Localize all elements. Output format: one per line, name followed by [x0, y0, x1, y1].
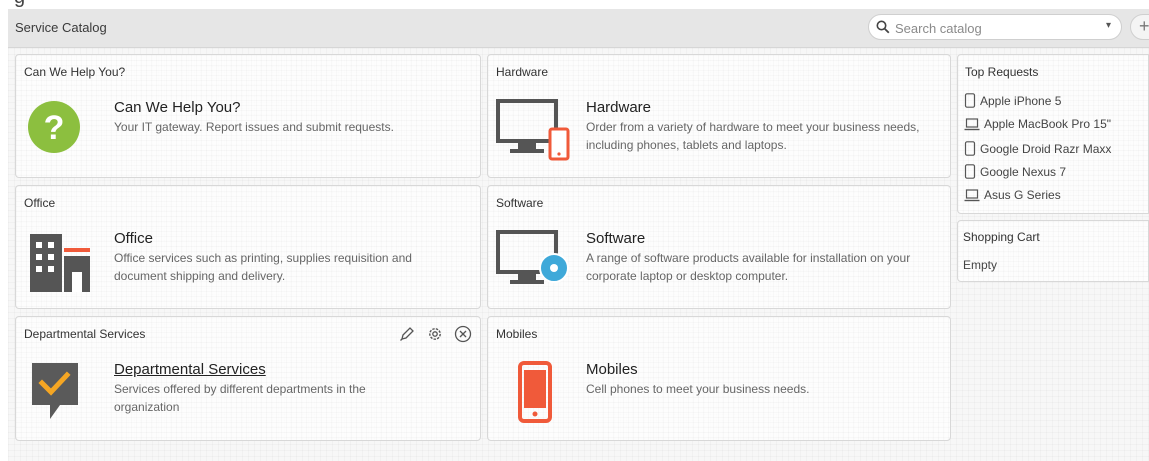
- card-title[interactable]: Mobiles: [586, 361, 638, 378]
- search-box[interactable]: ▾: [868, 14, 1122, 40]
- laptop-icon: [964, 189, 980, 202]
- phone-icon: [964, 141, 976, 156]
- card-description: Office services such as printing, suppli…: [114, 251, 412, 283]
- page-title: Service Catalog: [15, 20, 107, 35]
- computer-and-phone-icon: [496, 99, 570, 161]
- phone-icon: [964, 93, 976, 108]
- add-button[interactable]: +: [1130, 14, 1149, 40]
- card-title[interactable]: Software: [586, 230, 645, 247]
- card-header: Mobiles: [496, 327, 538, 341]
- request-item-nexus[interactable]: Google Nexus 7: [964, 164, 1066, 179]
- card-description: Cell phones to meet your business needs.: [586, 382, 810, 396]
- close-icon[interactable]: [454, 325, 472, 348]
- edit-icon[interactable]: [399, 326, 415, 347]
- card-tools: [393, 325, 472, 348]
- request-item-macbook[interactable]: Apple MacBook Pro 15": [964, 117, 1111, 131]
- checkmark-speech-bubble-icon: [32, 363, 78, 419]
- shopping-cart-panel: Shopping Cart Empty: [957, 220, 1149, 282]
- card-header: Departmental Services: [24, 327, 146, 341]
- question-icon: ?: [28, 101, 80, 153]
- gear-icon[interactable]: [426, 325, 444, 348]
- computer-disc-icon: [496, 230, 569, 284]
- card-header: Hardware: [496, 65, 549, 79]
- catalog-area: Can We Help You? ? Can We Help You? Your…: [8, 48, 1149, 461]
- card-description: Your IT gateway. Report issues and submi…: [114, 120, 394, 134]
- card-title[interactable]: Hardware: [586, 99, 651, 116]
- mobile-phone-icon: [518, 361, 552, 423]
- office-building-icon: [30, 234, 90, 292]
- card-title[interactable]: Office: [114, 230, 153, 247]
- cropped-top-strip: g: [0, 0, 1149, 8]
- phone-icon: [964, 164, 976, 179]
- card-description: Order from a variety of hardware to meet…: [586, 120, 920, 152]
- top-requests-panel: Top Requests Apple iPhone 5 Apple MacBoo…: [957, 54, 1149, 214]
- category-card-office[interactable]: Office Office Office services such as pr…: [15, 185, 481, 309]
- card-header: Software: [496, 196, 544, 210]
- category-card-software[interactable]: Software Software A range of software pr…: [487, 185, 951, 309]
- cart-status: Empty: [963, 258, 998, 272]
- card-header: Can We Help You?: [24, 65, 126, 79]
- search-icon: [876, 20, 890, 34]
- card-title[interactable]: Can We Help You?: [114, 99, 240, 116]
- panel-header: Top Requests: [965, 65, 1039, 79]
- category-card-help[interactable]: Can We Help You? ? Can We Help You? Your…: [15, 54, 481, 178]
- plus-icon: +: [1139, 16, 1149, 36]
- request-item-droid[interactable]: Google Droid Razr Maxx: [964, 141, 1111, 156]
- request-item-iphone[interactable]: Apple iPhone 5: [964, 93, 1061, 108]
- card-header: Office: [24, 196, 56, 210]
- category-card-mobiles[interactable]: Mobiles Mobiles Cell phones to meet your…: [487, 316, 951, 441]
- card-title[interactable]: Departmental Services: [114, 361, 266, 378]
- laptop-icon: [964, 118, 980, 131]
- svg-text:?: ?: [44, 109, 65, 147]
- category-card-departmental-services[interactable]: Departmental Services Departmental Servi…: [15, 316, 481, 441]
- panel-header: Shopping Cart: [963, 230, 1040, 244]
- chevron-down-icon[interactable]: ▾: [1106, 20, 1111, 31]
- category-card-hardware[interactable]: Hardware Hardware Order from a variety o…: [487, 54, 951, 178]
- request-item-asus[interactable]: Asus G Series: [964, 188, 1061, 202]
- search-input[interactable]: [893, 18, 1097, 38]
- card-description: A range of software products available f…: [586, 251, 911, 283]
- card-description: Services offered by different department…: [114, 382, 366, 414]
- page-header: Service Catalog ▾ +: [8, 9, 1149, 48]
